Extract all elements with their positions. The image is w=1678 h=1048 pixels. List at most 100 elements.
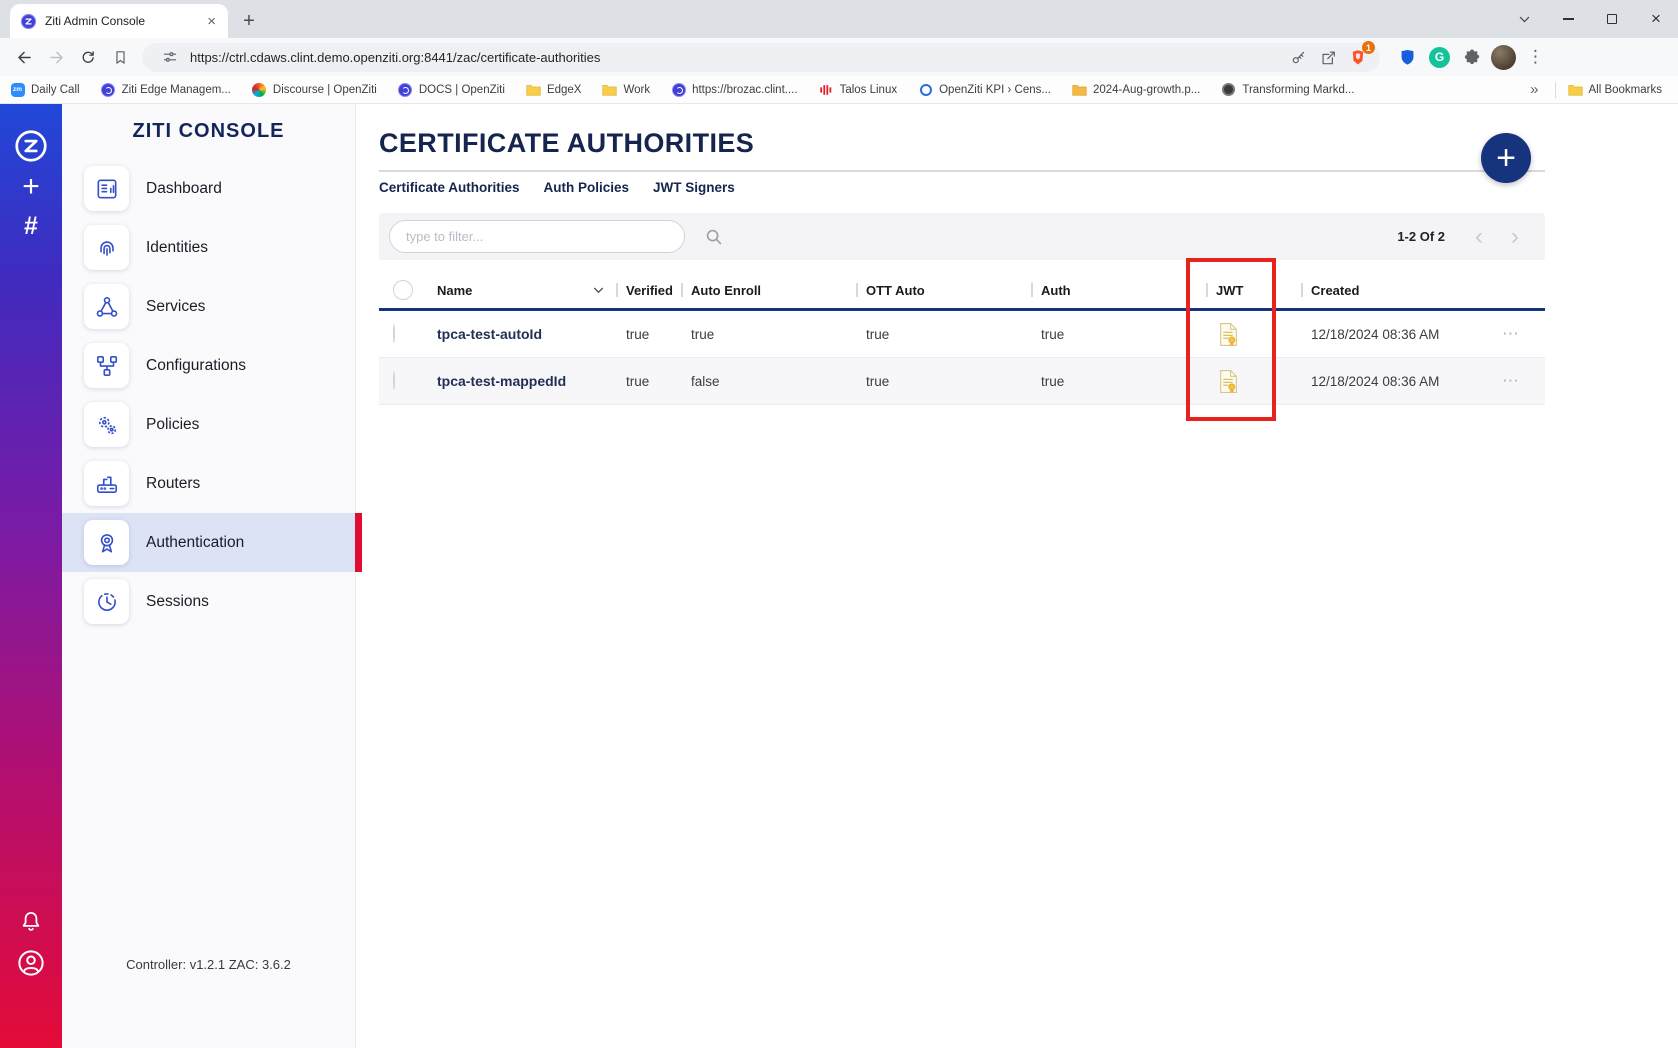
bookmark-transforming[interactable]: Transforming Markd...: [1221, 82, 1354, 97]
cell-name: tpca-test-mappedId: [423, 373, 616, 389]
new-tab-button[interactable]: +: [234, 6, 264, 36]
column-created[interactable]: Created: [1301, 283, 1471, 298]
row-menu-icon[interactable]: ⋯: [1471, 324, 1545, 344]
bookmarks-overflow-icon[interactable]: »: [1530, 81, 1538, 98]
window-controls: ×: [1502, 0, 1678, 38]
column-ott-auto[interactable]: OTT Auto: [856, 283, 1031, 298]
forward-icon[interactable]: [42, 43, 70, 71]
bookmark-brozac[interactable]: https://brozac.clint....: [671, 82, 797, 97]
notifications-bell-icon[interactable]: [18, 908, 44, 934]
cell-verified: true: [616, 327, 681, 342]
jwt-certificate-icon[interactable]: [1218, 322, 1239, 347]
search-icon[interactable]: [703, 226, 725, 248]
column-jwt[interactable]: JWT: [1206, 283, 1301, 298]
sidebar-item-services[interactable]: Services: [62, 277, 355, 336]
all-bookmarks-button[interactable]: All Bookmarks: [1568, 82, 1663, 97]
tab-jwt-signers[interactable]: JWT Signers: [653, 180, 735, 195]
sidebar-item-routers[interactable]: Routers: [62, 454, 355, 513]
page-title: CERTIFICATE AUTHORITIES: [379, 128, 1545, 158]
blue-shield-extension-icon[interactable]: [1394, 44, 1421, 71]
sidebar-nav: Dashboard Identities Services: [62, 159, 355, 631]
sidebar-item-policies[interactable]: Policies: [62, 395, 355, 454]
configurations-icon: [84, 343, 129, 388]
tab-close-icon[interactable]: ×: [203, 13, 220, 30]
rail-hash-icon[interactable]: #: [24, 212, 38, 240]
table-row[interactable]: tpca-test-mappedId true false true true …: [379, 358, 1545, 405]
tab-search-chevron-icon[interactable]: [1502, 0, 1546, 38]
bookmark-growth[interactable]: 2024-Aug-growth.p...: [1072, 82, 1200, 97]
table-row[interactable]: tpca-test-autoId true true true true 12/…: [379, 311, 1545, 358]
tab-certificate-authorities[interactable]: Certificate Authorities: [379, 180, 520, 195]
row-checkbox[interactable]: [393, 371, 395, 390]
ziti-console-app: + # ZITI CONSOLE Dashboard: [0, 104, 1678, 1048]
bookmark-discourse[interactable]: Discourse | OpenZiti: [252, 82, 377, 97]
browser-menu-icon[interactable]: ⋮: [1522, 44, 1549, 71]
cell-jwt: [1206, 322, 1301, 347]
bookmark-work[interactable]: Work: [602, 82, 650, 97]
back-icon[interactable]: [10, 43, 38, 71]
address-bar[interactable]: https://ctrl.cdaws.clint.demo.openziti.o…: [142, 43, 1380, 72]
sidebar-item-dashboard[interactable]: Dashboard: [62, 159, 355, 218]
ziti-logo-icon[interactable]: [13, 128, 49, 164]
bookmarks-panel-icon[interactable]: [106, 43, 134, 71]
sidebar-item-sessions[interactable]: Sessions: [62, 572, 355, 631]
router-icon: [84, 461, 129, 506]
bookmark-talos[interactable]: Talos Linux: [819, 82, 898, 97]
tab-strip: Ziti Admin Console × + ×: [0, 0, 1678, 38]
cell-ott-auto: true: [856, 327, 1031, 342]
dashboard-icon: [84, 166, 129, 211]
title-divider: [379, 170, 1545, 172]
maximize-button[interactable]: [1590, 0, 1634, 38]
bookmark-ziti-edge[interactable]: Ziti Edge Managem...: [101, 82, 231, 97]
tab-auth-policies[interactable]: Auth Policies: [544, 180, 630, 195]
sidebar-item-authentication[interactable]: Authentication: [62, 513, 355, 572]
browser-tab[interactable]: Ziti Admin Console ×: [10, 4, 228, 38]
sessions-clock-icon: [84, 579, 129, 624]
extensions-puzzle-icon[interactable]: [1458, 44, 1485, 71]
console-title: ZITI CONSOLE: [62, 104, 355, 143]
row-menu-icon[interactable]: ⋯: [1471, 371, 1545, 391]
select-all-cell: [379, 280, 423, 300]
cell-auth: true: [1031, 327, 1206, 342]
folder-icon: [602, 82, 617, 97]
bookmark-edgex[interactable]: EdgeX: [526, 82, 582, 97]
brave-shield-icon[interactable]: 1: [1346, 45, 1370, 69]
share-icon[interactable]: [1316, 45, 1340, 69]
bookmarks-divider: [1555, 82, 1556, 98]
rail-add-icon[interactable]: +: [22, 172, 40, 202]
profile-avatar[interactable]: [1490, 44, 1517, 71]
passwords-key-icon[interactable]: [1286, 45, 1310, 69]
grammarly-icon[interactable]: G: [1426, 44, 1453, 71]
row-checkbox[interactable]: [393, 324, 395, 343]
bookmark-openziti-kpi[interactable]: OpenZiti KPI › Cens...: [918, 82, 1051, 97]
url-text[interactable]: https://ctrl.cdaws.clint.demo.openziti.o…: [190, 50, 1280, 65]
jwt-certificate-icon[interactable]: [1218, 369, 1239, 394]
account-icon[interactable]: [16, 948, 46, 978]
page-next-icon[interactable]: ›: [1511, 227, 1519, 247]
sidebar-item-configurations[interactable]: Configurations: [62, 336, 355, 395]
browser-toolbar: https://ctrl.cdaws.clint.demo.openziti.o…: [0, 38, 1678, 76]
bookmark-docs-openziti[interactable]: DOCS | OpenZiti: [398, 82, 505, 97]
site-settings-tune-icon[interactable]: [158, 45, 182, 69]
bookmarks-bar: zmDaily Call Ziti Edge Managem... Discou…: [0, 76, 1678, 104]
window-close-button[interactable]: ×: [1634, 0, 1678, 38]
column-auto-enroll[interactable]: Auto Enroll: [681, 283, 856, 298]
reload-icon[interactable]: [74, 43, 102, 71]
minimize-button[interactable]: [1546, 0, 1590, 38]
sidebar-item-identities[interactable]: Identities: [62, 218, 355, 277]
column-name[interactable]: Name: [423, 283, 616, 298]
section-tabs: Certificate Authorities Auth Policies JW…: [379, 180, 1545, 195]
column-verified[interactable]: Verified: [616, 283, 681, 298]
select-all-checkbox[interactable]: [393, 280, 413, 300]
page-prev-icon[interactable]: ‹: [1475, 227, 1483, 247]
bookmark-daily-call[interactable]: zmDaily Call: [10, 82, 80, 97]
drop-icon: [918, 82, 933, 97]
openziti-icon: [398, 82, 413, 97]
cell-auth: true: [1031, 374, 1206, 389]
add-certificate-authority-button[interactable]: +: [1481, 133, 1531, 183]
filter-input[interactable]: [389, 220, 685, 253]
browser-window: Ziti Admin Console × + ×: [0, 0, 1678, 1048]
zoom-icon: zm: [10, 82, 25, 97]
cell-created: 12/18/2024 08:36 AM: [1301, 374, 1471, 389]
column-auth[interactable]: Auth: [1031, 283, 1206, 298]
